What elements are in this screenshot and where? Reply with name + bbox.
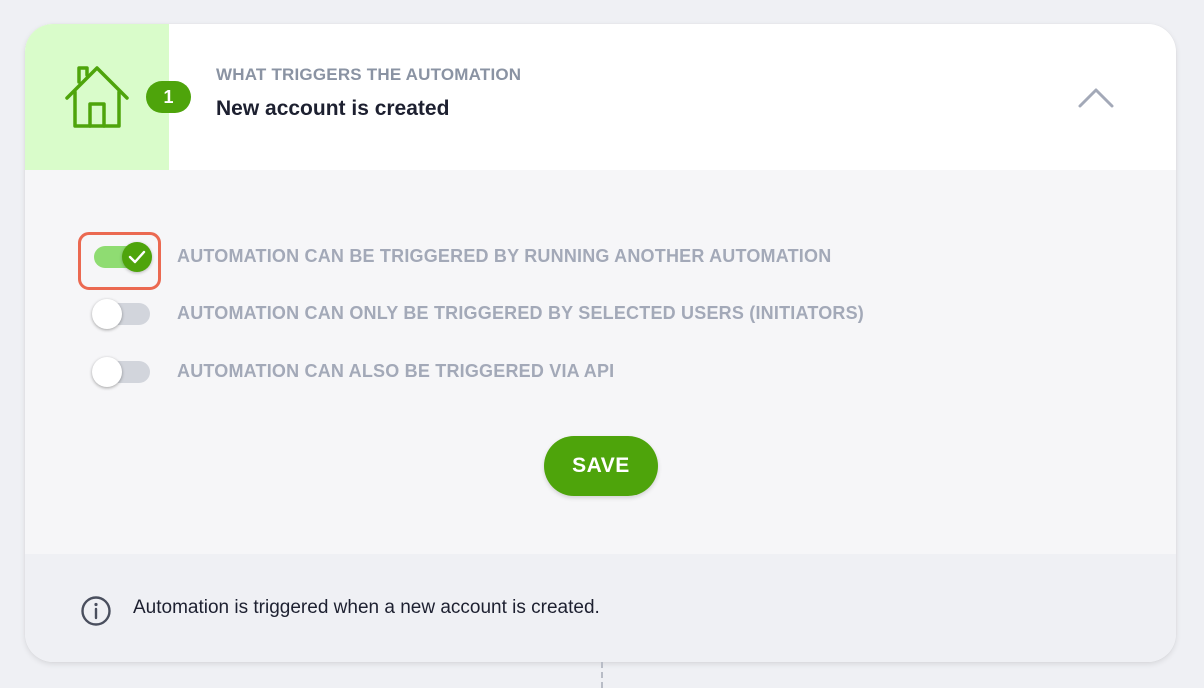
save-button[interactable]: SAVE: [544, 436, 658, 496]
flow-connector-line: [601, 662, 603, 688]
toggle-knob: [92, 357, 122, 387]
selected-users-toggle[interactable]: [92, 299, 152, 329]
trigger-info-footer: Automation is triggered when a new accou…: [25, 554, 1176, 662]
trigger-title: New account is created: [216, 97, 450, 120]
option-row-another-automation: AUTOMATION CAN BE TRIGGERED BY RUNNING A…: [78, 232, 992, 290]
option-label: AUTOMATION CAN ALSO BE TRIGGERED VIA API: [177, 361, 615, 381]
info-text: Automation is triggered when a new accou…: [133, 597, 600, 618]
option-row-api: AUTOMATION CAN ALSO BE TRIGGERED VIA API: [92, 351, 992, 391]
step-number-badge: 1: [146, 81, 191, 113]
api-toggle[interactable]: [92, 357, 152, 387]
another-automation-toggle[interactable]: [78, 232, 161, 290]
trigger-header[interactable]: 1 WHAT TRIGGERS THE AUTOMATION New accou…: [25, 24, 1176, 170]
trigger-card: 1 WHAT TRIGGERS THE AUTOMATION New accou…: [25, 24, 1176, 662]
trigger-subtitle: WHAT TRIGGERS THE AUTOMATION: [216, 65, 522, 84]
option-label: AUTOMATION CAN ONLY BE TRIGGERED BY SELE…: [177, 303, 864, 323]
check-icon: [128, 250, 146, 264]
option-row-selected-users: AUTOMATION CAN ONLY BE TRIGGERED BY SELE…: [92, 293, 992, 333]
trigger-options-panel: AUTOMATION CAN BE TRIGGERED BY RUNNING A…: [25, 170, 1176, 554]
toggle-knob: [92, 299, 122, 329]
home-icon: [65, 66, 129, 128]
option-label: AUTOMATION CAN BE TRIGGERED BY RUNNING A…: [177, 246, 832, 266]
info-icon: [81, 596, 111, 626]
chevron-up-icon[interactable]: [1075, 82, 1117, 112]
toggle-knob: [122, 242, 152, 272]
